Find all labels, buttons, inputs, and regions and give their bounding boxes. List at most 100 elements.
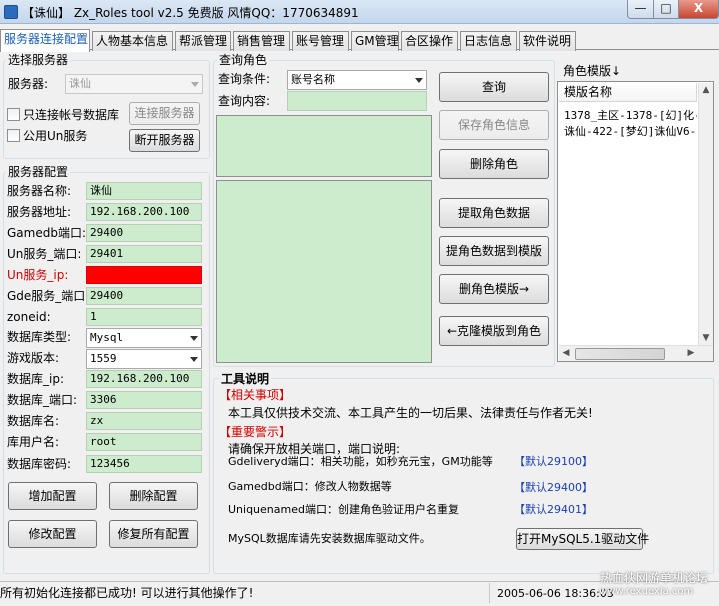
db-port-label: 数据库_端口: <box>7 393 78 407</box>
status-divider <box>489 583 490 603</box>
delete-config-button[interactable]: 删除配置 <box>109 482 198 510</box>
tab-guild[interactable]: 帮派管理 <box>175 31 231 51</box>
gamedb-port-field[interactable]: 29400 <box>86 224 202 242</box>
only-account-db-label: 只连接帐号数据库 <box>23 108 120 122</box>
vertical-scrollbar[interactable]: ▲ ▼ <box>698 83 713 347</box>
db-name-field[interactable]: zx <box>86 412 202 430</box>
db-ip-label: 数据库_ip: <box>7 372 64 386</box>
db-ip-field[interactable]: 192.168.200.100 <box>86 370 202 388</box>
template-list[interactable]: 模版名称 1378_主区-1378-[幻]化-1041 诛仙-422-[梦幻]诛… <box>557 81 714 362</box>
open-mysql-driver-button[interactable]: 打开MySQL5.1驱动文件 <box>516 528 649 550</box>
connect-server-button[interactable]: 连接服务器 <box>129 102 200 125</box>
tab-merge[interactable]: 合区操作 <box>401 31 458 51</box>
db-user-label: 库用户名: <box>7 435 60 449</box>
un-port-field[interactable]: 29401 <box>86 245 202 263</box>
server-label: 服务器: <box>8 77 49 91</box>
watermark-title: 热血侠网游单机论坛 <box>600 571 709 585</box>
role-data-box[interactable] <box>216 180 432 363</box>
game-version-dropdown[interactable]: 1559 <box>86 349 202 369</box>
scroll-left-icon[interactable]: ◀ <box>559 346 573 361</box>
tab-account[interactable]: 账号管理 <box>292 31 349 51</box>
chevron-down-icon <box>190 336 198 341</box>
uniquenamed-port-text: Uniquenamed端口：创建角色验证用户名重复 <box>228 503 459 516</box>
public-un-checkbox[interactable] <box>7 129 20 142</box>
gde-port-field[interactable]: 29400 <box>86 287 202 305</box>
delete-template-button[interactable]: 删角色模版→ <box>439 274 549 304</box>
public-un-label: 公用Un服务 <box>23 129 88 143</box>
query-content-input[interactable] <box>287 91 427 111</box>
server-address-label: 服务器地址: <box>7 205 72 219</box>
role-to-template-button[interactable]: 提角色数据到模版 <box>439 236 549 266</box>
mysql-driver-text: MySQL数据库请先安装数据库驱动文件。 <box>228 532 431 545</box>
maximize-button[interactable]: □ <box>653 0 679 19</box>
tab-gm[interactable]: GM管理 <box>351 31 399 51</box>
tab-server-config[interactable]: 服务器连接配置 <box>0 29 90 52</box>
gamedbd-port-text: Gamedbd端口：修改人物数据等 <box>228 480 392 493</box>
minimize-button[interactable]: — <box>627 0 654 19</box>
gdeliveryd-port-text: Gdeliveryd端口：相关功能，如秒充元宝，GM功能等 <box>228 455 493 468</box>
server-name-field[interactable]: 诛仙 <box>86 182 202 200</box>
port-intro: 请确保开放相关端口，端口说明: <box>228 442 401 456</box>
tab-sales[interactable]: 销售管理 <box>233 31 290 51</box>
scroll-thumb[interactable] <box>575 348 665 360</box>
gde-port-label: Gde服务_端口: <box>7 289 90 303</box>
query-role-title: 查询角色 <box>217 53 270 67</box>
watermark-url: www.rexuexia.com <box>599 586 694 597</box>
window-title: 【诛仙】 Zx_Roles tool v2.5 免费版 风情QQ：1770634… <box>22 6 359 20</box>
query-button[interactable]: 查询 <box>439 72 549 102</box>
add-config-button[interactable]: 增加配置 <box>8 482 97 510</box>
only-account-db-checkbox[interactable] <box>7 108 20 121</box>
query-condition-label: 查询条件: <box>218 72 271 86</box>
game-version-value: 1559 <box>90 352 117 365</box>
server-config-title: 服务器配置 <box>6 165 71 179</box>
role-info-box[interactable] <box>216 115 432 177</box>
db-type-dropdown[interactable]: Mysql <box>86 328 202 348</box>
server-select-title: 选择服务器 <box>6 53 71 67</box>
un-port-label: Un服务_端口: <box>7 247 82 261</box>
chevron-down-icon <box>415 78 423 83</box>
status-datetime: 2005-06-06 18:36:03 <box>497 587 614 600</box>
list-item[interactable]: 1378_主区-1378-[幻]化-1041 <box>564 108 697 123</box>
db-password-field[interactable]: 123456 <box>86 455 202 473</box>
server-dropdown[interactable]: 诛仙 <box>65 74 203 94</box>
save-role-button[interactable]: 保存角色信息 <box>439 110 549 140</box>
close-button[interactable]: X <box>678 0 719 19</box>
status-message: 所有初始化连接都已成功! 可以进行其他操作了! <box>0 586 254 600</box>
app-icon <box>4 5 18 19</box>
extract-role-data-button[interactable]: 提取角色数据 <box>439 198 549 228</box>
restore-all-config-button[interactable]: 修复所有配置 <box>109 520 198 548</box>
zoneid-field[interactable]: 1 <box>86 308 202 326</box>
scroll-right-icon[interactable]: ▶ <box>684 346 698 361</box>
game-version-label: 游戏版本: <box>7 351 60 365</box>
template-column-header[interactable]: 模版名称 <box>559 83 697 102</box>
scroll-down-icon[interactable]: ▼ <box>699 331 713 346</box>
warning-title: 【重要警示】 <box>219 425 292 439</box>
db-user-field[interactable]: root <box>86 433 202 451</box>
server-address-field[interactable]: 192.168.200.100 <box>86 203 202 221</box>
server-dropdown-value: 诛仙 <box>69 77 91 90</box>
chevron-down-icon <box>191 82 199 87</box>
un-ip-field[interactable] <box>86 266 202 284</box>
list-item[interactable]: 诛仙-422-[梦幻]诛仙V6-2112 <box>564 124 697 139</box>
uniquenamed-default: 【默认29401】 <box>514 503 593 516</box>
gdeliveryd-default: 【默认29100】 <box>514 455 593 468</box>
server-name-label: 服务器名称: <box>7 184 72 198</box>
un-ip-label: Un服务_ip: <box>7 268 69 282</box>
gamedbd-default: 【默认29400】 <box>514 481 593 494</box>
tab-log[interactable]: 日志信息 <box>460 31 517 51</box>
db-port-field[interactable]: 3306 <box>86 391 202 409</box>
disconnect-server-button[interactable]: 断开服务器 <box>129 129 200 152</box>
notice-title: 【相关事项】 <box>219 388 292 402</box>
gamedb-port-label: Gamedb端口: <box>7 226 87 240</box>
tab-character-info[interactable]: 人物基本信息 <box>92 31 173 51</box>
query-content-label: 查询内容: <box>218 94 271 108</box>
scroll-up-icon[interactable]: ▲ <box>699 83 713 98</box>
delete-role-button[interactable]: 删除角色 <box>439 149 549 179</box>
modify-config-button[interactable]: 修改配置 <box>8 520 97 548</box>
clone-template-button[interactable]: ←克隆模版到角色 <box>439 316 549 346</box>
db-password-label: 数据库密码: <box>7 457 72 471</box>
query-condition-dropdown[interactable]: 账号名称 <box>287 70 427 90</box>
notice-text: 本工具仅供技术交流、本工具产生的一切后果、法律责任与作者无关! <box>228 406 593 420</box>
horizontal-scrollbar[interactable]: ◀ ▶ <box>559 345 713 361</box>
tab-about[interactable]: 软件说明 <box>519 31 576 51</box>
